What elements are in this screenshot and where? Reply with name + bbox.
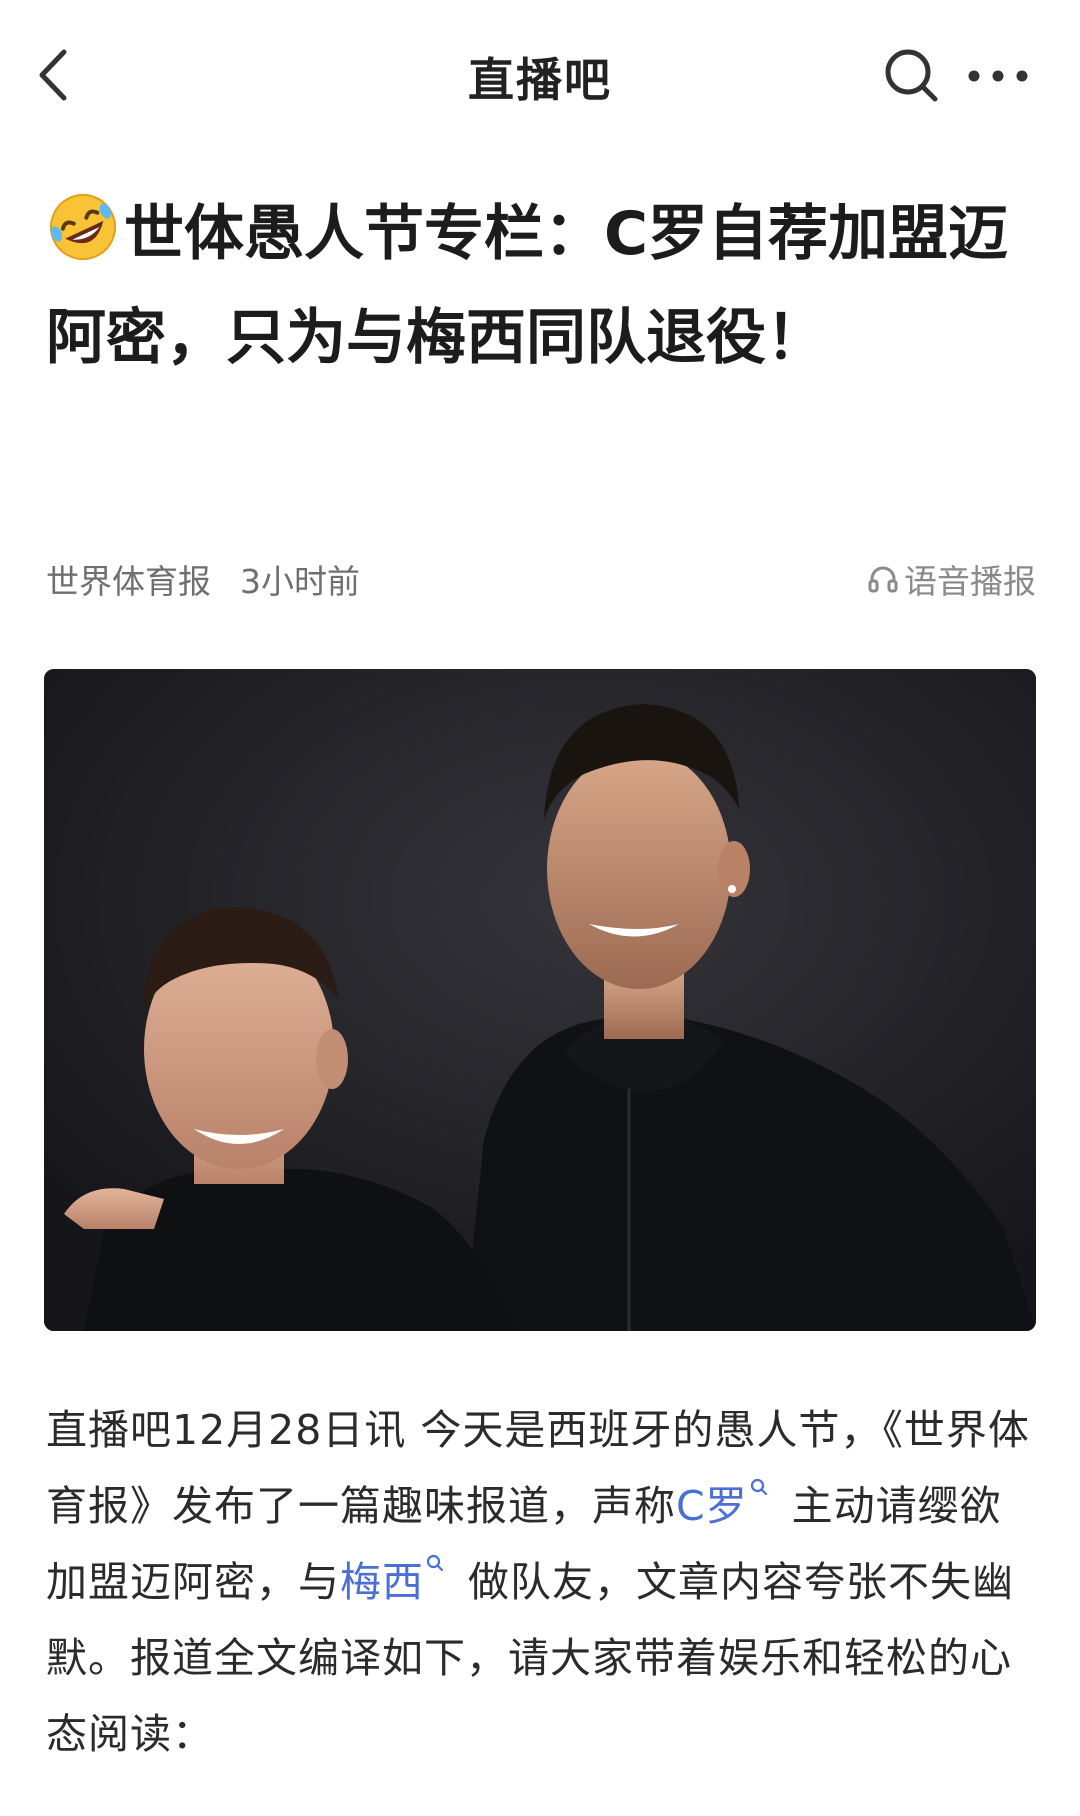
tag-link-messi-label: 梅西 <box>340 1558 424 1606</box>
search-button[interactable] <box>882 46 942 106</box>
tag-search-icon <box>426 1554 444 1572</box>
tag-link-messi[interactable]: 梅西 <box>340 1554 454 1606</box>
players-photo <box>44 669 1036 1331</box>
more-dots-icon <box>968 70 1028 82</box>
audio-playback-label: 语音播报 <box>904 562 1036 601</box>
app-title: 直播吧 <box>468 53 612 107</box>
article-title-text: 世体愚人节专栏：C罗自荐加盟迈阿密，只为与梅西同队退役！ <box>46 199 1009 373</box>
audio-playback-button[interactable]: 语音播报 <box>866 555 1036 603</box>
more-button[interactable] <box>962 56 1034 96</box>
top-navbar: 直播吧 <box>0 0 1080 150</box>
headphones-icon <box>868 566 898 593</box>
chevron-left-icon <box>39 49 67 101</box>
tag-link-cristiano[interactable]: C罗 <box>676 1478 778 1530</box>
article-title: 世体愚人节专栏：C罗自荐加盟迈阿密，只为与梅西同队退役！ <box>46 182 1036 390</box>
article-body: 直播吧12月28日讯 今天是西班牙的愚人节，《世界体育报》发布了一篇趣味报道，声… <box>46 1392 1036 1772</box>
article-time: 3小时前 <box>240 562 360 601</box>
article-hero-image[interactable] <box>44 669 1036 1331</box>
rolling-on-floor-laughing-emoji-icon <box>50 194 116 260</box>
article-source[interactable]: 世界体育报 <box>46 555 211 603</box>
back-button[interactable] <box>30 40 80 110</box>
tag-link-cristiano-label: C罗 <box>676 1482 748 1530</box>
tag-search-icon <box>750 1478 767 1496</box>
article-meta: 世界体育报 3小时前 语音播报 <box>46 555 1036 605</box>
search-icon <box>885 49 938 102</box>
